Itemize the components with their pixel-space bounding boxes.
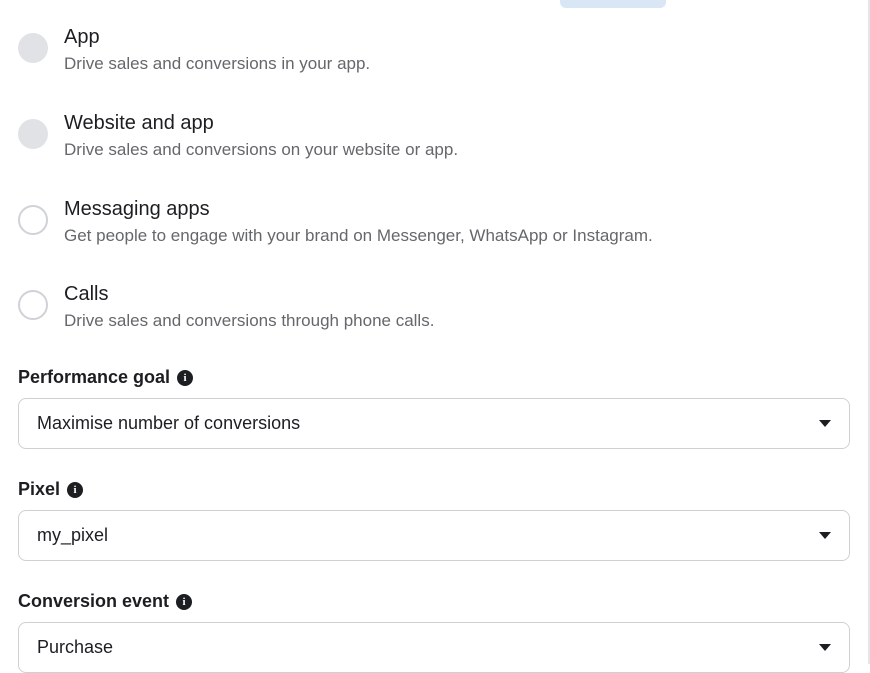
option-desc: Drive sales and conversions on your webs… (64, 138, 850, 162)
option-app[interactable]: App Drive sales and conversions in your … (18, 24, 850, 76)
pixel-dropdown[interactable]: my_pixel (18, 510, 850, 561)
label-text: Conversion event (18, 591, 169, 612)
conversion-event-label: Conversion event i (18, 591, 850, 612)
chevron-down-icon (819, 420, 831, 427)
option-text: Messaging apps Get people to engage with… (64, 196, 850, 248)
option-text: App Drive sales and conversions in your … (64, 24, 850, 76)
option-title: Messaging apps (64, 196, 850, 222)
dropdown-value: Maximise number of conversions (37, 413, 300, 434)
info-icon[interactable]: i (67, 482, 83, 498)
chevron-down-icon (819, 532, 831, 539)
radio-icon (18, 290, 48, 320)
info-icon[interactable]: i (177, 370, 193, 386)
option-website-and-app[interactable]: Website and app Drive sales and conversi… (18, 110, 850, 162)
form-content: App Drive sales and conversions in your … (0, 0, 870, 664)
performance-goal-label: Performance goal i (18, 367, 850, 388)
chevron-down-icon (819, 644, 831, 651)
option-desc: Drive sales and conversions through phon… (64, 309, 850, 333)
performance-goal-dropdown[interactable]: Maximise number of conversions (18, 398, 850, 449)
radio-icon (18, 119, 48, 149)
option-desc: Drive sales and conversions in your app. (64, 52, 850, 76)
label-text: Performance goal (18, 367, 170, 388)
dropdown-value: my_pixel (37, 525, 108, 546)
option-desc: Get people to engage with your brand on … (64, 224, 850, 248)
option-title: Calls (64, 281, 850, 307)
pixel-label: Pixel i (18, 479, 850, 500)
option-text: Calls Drive sales and conversions throug… (64, 281, 850, 333)
option-messaging-apps[interactable]: Messaging apps Get people to engage with… (18, 196, 850, 248)
info-icon[interactable]: i (176, 594, 192, 610)
radio-icon (18, 205, 48, 235)
dropdown-value: Purchase (37, 637, 113, 658)
option-title: App (64, 24, 850, 50)
highlight-pill (560, 0, 666, 8)
label-text: Pixel (18, 479, 60, 500)
option-text: Website and app Drive sales and conversi… (64, 110, 850, 162)
option-calls[interactable]: Calls Drive sales and conversions throug… (18, 281, 850, 333)
conversion-event-dropdown[interactable]: Purchase (18, 622, 850, 673)
option-title: Website and app (64, 110, 850, 136)
radio-icon (18, 33, 48, 63)
